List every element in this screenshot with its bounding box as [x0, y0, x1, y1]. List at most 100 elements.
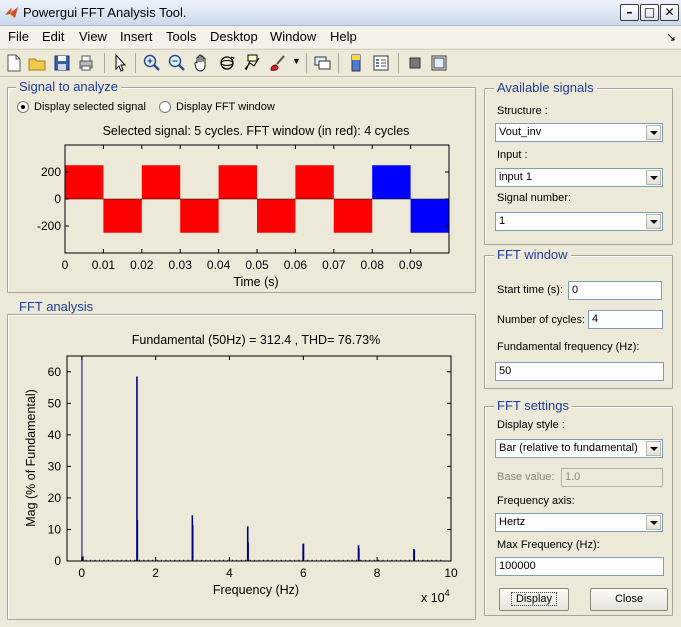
- signal-pulse: [180, 199, 219, 233]
- brush-icon[interactable]: [267, 53, 287, 73]
- title-bar: Powergui FFT Analysis Tool. – □ ✕: [0, 0, 681, 26]
- x-tick-label: 6: [300, 566, 307, 580]
- signal-number-select[interactable]: 1: [495, 212, 663, 231]
- base-value-label: Base value:: [497, 471, 555, 483]
- display-button[interactable]: Display: [499, 588, 569, 611]
- toolbar-separator: [338, 53, 339, 73]
- fft-chart-title: Fundamental (50Hz) = 312.4 , THD= 76.73%: [132, 333, 381, 347]
- data-cursor-icon[interactable]: [242, 53, 262, 73]
- start-time-label: Start time (s):: [497, 284, 564, 296]
- open-folder-icon[interactable]: [27, 53, 47, 73]
- link-icon[interactable]: [312, 53, 332, 73]
- hide-plot-tools-icon[interactable]: [405, 53, 425, 73]
- chevron-down-icon[interactable]: [646, 214, 661, 229]
- chevron-down-icon[interactable]: [646, 125, 661, 140]
- display-selected-signal-radio[interactable]: [17, 101, 29, 113]
- signal-pulse: [333, 199, 373, 233]
- fft-x-multiplier-exp: 4: [445, 588, 450, 598]
- input-select[interactable]: input 1: [495, 168, 663, 187]
- signal-chart: Selected signal: 5 cycles. FFT window (i…: [37, 124, 450, 289]
- x-tick-label: 0.01: [92, 258, 116, 272]
- menu-desktop[interactable]: Desktop: [210, 29, 258, 44]
- x-tick-label: 0.03: [169, 258, 193, 272]
- display-style-value: Bar (relative to fundamental): [499, 442, 638, 454]
- start-time-input[interactable]: 0: [568, 281, 662, 300]
- signal-chart-xlabel: Time (s): [233, 275, 278, 289]
- menu-file[interactable]: File: [8, 29, 29, 44]
- structure-select[interactable]: Vout_inv: [495, 123, 663, 142]
- signal-pulse: [257, 199, 296, 233]
- structure-value: Vout_inv: [499, 126, 542, 138]
- menu-tools[interactable]: Tools: [166, 29, 196, 44]
- signal-pulse: [372, 165, 411, 199]
- menu-insert[interactable]: Insert: [120, 29, 153, 44]
- x-tick-label: 0.09: [399, 258, 423, 272]
- x-tick-label: 0.06: [284, 258, 308, 272]
- frequency-axis-label: Frequency axis:: [497, 495, 575, 507]
- fundamental-frequency-label: Fundamental frequency (Hz):: [497, 341, 640, 353]
- signal-number-value: 1: [499, 215, 506, 227]
- zoom-in-icon[interactable]: [142, 53, 162, 73]
- display-fft-window-label: Display FFT window: [176, 101, 275, 113]
- chevron-down-icon[interactable]: [646, 515, 661, 530]
- close-icon: ✕: [664, 5, 675, 19]
- number-of-cycles-label: Number of cycles:: [497, 314, 586, 326]
- y-tick-label: 200: [41, 165, 61, 179]
- chevron-down-icon[interactable]: [646, 441, 661, 456]
- menu-window[interactable]: Window: [270, 29, 316, 44]
- minimize-button[interactable]: –: [620, 4, 639, 21]
- number-of-cycles-input[interactable]: 4: [588, 310, 663, 329]
- y-tick-label: 0: [54, 192, 61, 206]
- display-selected-signal-label: Display selected signal: [34, 101, 146, 113]
- print-icon[interactable]: [76, 53, 96, 73]
- y-tick-label: -200: [37, 219, 61, 233]
- input-value: input 1: [499, 171, 533, 183]
- y-tick-label: 50: [48, 396, 62, 410]
- y-tick-label: 0: [54, 554, 61, 568]
- pointer-icon[interactable]: [110, 53, 130, 73]
- fundamental-frequency-input[interactable]: 50: [495, 362, 664, 381]
- maximize-button[interactable]: □: [640, 4, 659, 21]
- x-tick-label: 0.02: [130, 258, 154, 272]
- display-fft-window-radio[interactable]: [159, 101, 171, 113]
- close-button[interactable]: Close: [590, 588, 668, 611]
- close-window-button[interactable]: ✕: [660, 4, 679, 21]
- window-title: Powergui FFT Analysis Tool.: [23, 5, 187, 20]
- x-tick-label: 0: [62, 258, 69, 272]
- menu-view[interactable]: View: [79, 29, 107, 44]
- frequency-axis-value: Hertz: [499, 516, 526, 528]
- available-signals-title: Available signals: [494, 81, 597, 95]
- signal-pulse: [141, 165, 181, 199]
- show-plot-tools-icon[interactable]: [429, 53, 449, 73]
- toolbar-separator: [135, 53, 136, 73]
- fft-chart-ylabel: Mag (% of Fundamental): [24, 389, 38, 527]
- x-tick-label: 0: [78, 566, 85, 580]
- toolbar-separator: [306, 53, 307, 73]
- display-style-select[interactable]: Bar (relative to fundamental): [495, 439, 663, 458]
- fft-chart: Fundamental (50Hz) = 312.4 , THD= 76.73%…: [24, 333, 458, 605]
- menu-help[interactable]: Help: [330, 29, 357, 44]
- y-tick-label: 20: [48, 491, 62, 505]
- zoom-out-icon[interactable]: [167, 53, 187, 73]
- new-file-icon[interactable]: [4, 53, 24, 73]
- minimize-icon: –: [626, 5, 633, 19]
- rotate-icon[interactable]: [217, 53, 237, 73]
- dock-arrow-icon[interactable]: ↘: [666, 30, 676, 44]
- display-style-label: Display style :: [497, 419, 565, 431]
- y-tick-label: 60: [48, 365, 62, 379]
- chevron-down-icon[interactable]: [646, 170, 661, 185]
- signal-chart-title: Selected signal: 5 cycles. FFT window (i…: [103, 124, 410, 138]
- colorbar-icon[interactable]: [346, 53, 366, 73]
- max-frequency-input[interactable]: 100000: [495, 557, 664, 576]
- brush-dropdown-icon[interactable]: ▼: [292, 56, 301, 66]
- frequency-axis-select[interactable]: Hertz: [495, 513, 663, 532]
- signal-panel-title: Signal to analyze: [16, 80, 122, 94]
- menu-edit[interactable]: Edit: [42, 29, 64, 44]
- x-tick-label: 0.07: [322, 258, 346, 272]
- legend-icon[interactable]: [371, 53, 391, 73]
- signal-pulse: [410, 199, 449, 233]
- x-tick-label: 8: [374, 566, 381, 580]
- save-icon[interactable]: [52, 53, 72, 73]
- fft-settings-panel: [484, 406, 673, 616]
- pan-hand-icon[interactable]: [192, 53, 212, 73]
